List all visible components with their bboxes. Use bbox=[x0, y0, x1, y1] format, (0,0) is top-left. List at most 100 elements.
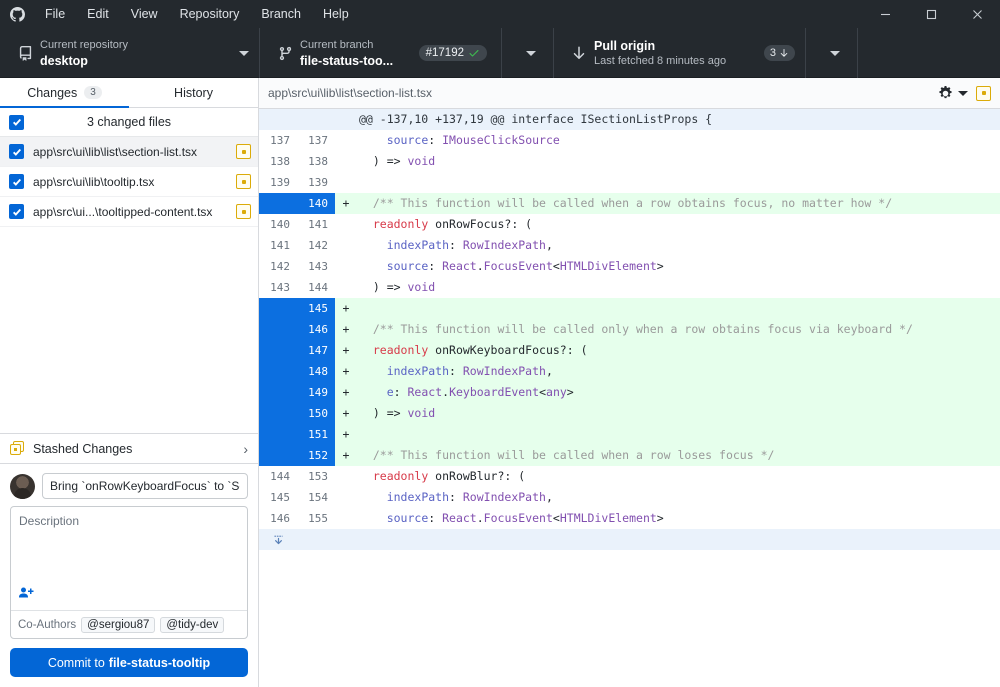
repository-label: Current repository bbox=[40, 38, 233, 53]
menu-file[interactable]: File bbox=[34, 0, 76, 28]
list-item[interactable]: app\src\ui\lib\list\section-list.tsx bbox=[0, 137, 258, 167]
file-checkbox[interactable] bbox=[9, 174, 24, 189]
menu-repository[interactable]: Repository bbox=[169, 0, 251, 28]
branch-dropdown-button[interactable] bbox=[502, 28, 554, 78]
diff-gutter-new[interactable]: 141 bbox=[297, 214, 335, 235]
file-path: app\src\ui\lib\tooltip.tsx bbox=[33, 175, 227, 189]
tab-changes[interactable]: Changes 3 bbox=[0, 78, 129, 107]
diff-gutter-old[interactable]: 137 bbox=[259, 130, 297, 151]
diff-gutter-new[interactable]: 143 bbox=[297, 256, 335, 277]
diff-gutter-old[interactable] bbox=[259, 361, 297, 382]
diff-gutter-new[interactable]: 138 bbox=[297, 151, 335, 172]
diff-gutter-old[interactable]: 146 bbox=[259, 508, 297, 529]
diff-line[interactable]: 143144 ) => void bbox=[259, 277, 1000, 298]
diff-line[interactable]: 137137 source: IMouseClickSource bbox=[259, 130, 1000, 151]
diff-line[interactable]: 140+ /** This function will be called wh… bbox=[259, 193, 1000, 214]
diff-gutter-new[interactable]: 146 bbox=[297, 319, 335, 340]
diff-line[interactable]: 149+ e: React.KeyboardEvent<any> bbox=[259, 382, 1000, 403]
menu-branch[interactable]: Branch bbox=[250, 0, 312, 28]
commit-summary-input[interactable]: Bring `onRowKeyboardFocus` to `Se bbox=[42, 473, 248, 499]
diff-gutter-new[interactable]: 148 bbox=[297, 361, 335, 382]
diff-gutter-new[interactable]: 153 bbox=[297, 466, 335, 487]
pull-origin-button[interactable]: Pull origin Last fetched 8 minutes ago 3 bbox=[554, 28, 806, 78]
diff-options-button[interactable] bbox=[938, 86, 968, 101]
diff-line[interactable]: 145154 indexPath: RowIndexPath, bbox=[259, 487, 1000, 508]
add-coauthor-icon[interactable] bbox=[18, 584, 34, 605]
diff-gutter-old[interactable] bbox=[259, 403, 297, 424]
diff-gutter-old[interactable] bbox=[259, 319, 297, 340]
diff-gutter-new[interactable]: 139 bbox=[297, 172, 335, 193]
stashed-changes-row[interactable]: Stashed Changes › bbox=[0, 433, 258, 464]
current-branch-button[interactable]: Current branch file-status-too... #17192 bbox=[260, 28, 502, 78]
menu-view[interactable]: View bbox=[120, 0, 169, 28]
menu-help[interactable]: Help bbox=[312, 0, 360, 28]
diff-gutter-old[interactable]: 141 bbox=[259, 235, 297, 256]
diff-line[interactable]: 151+ bbox=[259, 424, 1000, 445]
diff-line[interactable]: 138138 ) => void bbox=[259, 151, 1000, 172]
diff-line-code bbox=[357, 424, 1000, 445]
diff-line[interactable]: 139139 bbox=[259, 172, 1000, 193]
diff-gutter-new[interactable]: 150 bbox=[297, 403, 335, 424]
diff-gutter-old[interactable] bbox=[259, 445, 297, 466]
diff-gutter-old[interactable]: 142 bbox=[259, 256, 297, 277]
menu-edit[interactable]: Edit bbox=[76, 0, 120, 28]
file-checkbox[interactable] bbox=[9, 144, 24, 159]
maximize-icon[interactable] bbox=[908, 0, 954, 28]
expand-down-button[interactable] bbox=[259, 529, 1000, 550]
diff-gutter-new[interactable]: 142 bbox=[297, 235, 335, 256]
commit-form: Bring `onRowKeyboardFocus` to `Se Descri… bbox=[0, 464, 258, 687]
diff-gutter-new[interactable]: 149 bbox=[297, 382, 335, 403]
diff-line[interactable]: 146+ /** This function will be called on… bbox=[259, 319, 1000, 340]
minimize-icon[interactable] bbox=[862, 0, 908, 28]
diff-gutter-old[interactable] bbox=[259, 340, 297, 361]
diff-line[interactable]: 142143 source: React.FocusEvent<HTMLDivE… bbox=[259, 256, 1000, 277]
modified-status-icon bbox=[236, 204, 251, 219]
select-all-checkbox[interactable] bbox=[9, 115, 24, 130]
coauthor-chip[interactable]: @sergiou87 bbox=[81, 617, 155, 633]
diff-gutter-old[interactable]: 140 bbox=[259, 214, 297, 235]
current-repository-button[interactable]: Current repository desktop bbox=[0, 28, 260, 78]
diff-gutter-new[interactable]: 154 bbox=[297, 487, 335, 508]
pull-request-badge[interactable]: #17192 bbox=[419, 45, 487, 61]
diff-line[interactable]: 147+ readonly onRowKeyboardFocus?: ( bbox=[259, 340, 1000, 361]
diff-gutter-old[interactable]: 138 bbox=[259, 151, 297, 172]
toolbar: Current repository desktop Current branc… bbox=[0, 28, 1000, 78]
modified-status-icon bbox=[236, 174, 251, 189]
diff-gutter-old[interactable]: 143 bbox=[259, 277, 297, 298]
diff-line[interactable]: 141142 indexPath: RowIndexPath, bbox=[259, 235, 1000, 256]
diff-gutter-new[interactable]: 140 bbox=[297, 193, 335, 214]
diff-gutter-new[interactable]: 144 bbox=[297, 277, 335, 298]
diff-gutter-new[interactable]: 147 bbox=[297, 340, 335, 361]
diff-gutter-old[interactable]: 139 bbox=[259, 172, 297, 193]
diff-gutter-old[interactable] bbox=[259, 424, 297, 445]
coauthor-chip[interactable]: @tidy-dev bbox=[160, 617, 224, 633]
diff-gutter-old[interactable]: 144 bbox=[259, 466, 297, 487]
close-icon[interactable] bbox=[954, 0, 1000, 28]
diff-line[interactable]: 144153 readonly onRowBlur?: ( bbox=[259, 466, 1000, 487]
chevron-down-icon bbox=[239, 51, 249, 56]
diff-gutter-old[interactable]: 145 bbox=[259, 487, 297, 508]
diff-line[interactable]: 145+ bbox=[259, 298, 1000, 319]
diff-gutter-new[interactable]: 152 bbox=[297, 445, 335, 466]
diff-line[interactable]: 148+ indexPath: RowIndexPath, bbox=[259, 361, 1000, 382]
diff-gutter-new[interactable]: 137 bbox=[297, 130, 335, 151]
diff-line[interactable]: 146155 source: React.FocusEvent<HTMLDivE… bbox=[259, 508, 1000, 529]
diff-line[interactable]: 152+ /** This function will be called wh… bbox=[259, 445, 1000, 466]
diff-gutter-old[interactable] bbox=[259, 382, 297, 403]
pull-dropdown-button[interactable] bbox=[806, 28, 858, 78]
diff-body[interactable]: @@ -137,10 +137,19 @@ interface ISection… bbox=[259, 109, 1000, 687]
commit-button[interactable]: Commit to file-status-tooltip bbox=[10, 648, 248, 677]
diff-gutter-old[interactable] bbox=[259, 193, 297, 214]
tab-history[interactable]: History bbox=[129, 78, 258, 107]
commit-description-input[interactable]: Description bbox=[11, 507, 247, 610]
diff-gutter-new[interactable]: 155 bbox=[297, 508, 335, 529]
diff-line[interactable]: 140141 readonly onRowFocus?: ( bbox=[259, 214, 1000, 235]
diff-line[interactable]: 150+ ) => void bbox=[259, 403, 1000, 424]
main-body: Changes 3 History 3 changed files bbox=[0, 78, 1000, 687]
diff-gutter-new[interactable]: 151 bbox=[297, 424, 335, 445]
diff-gutter-old[interactable] bbox=[259, 298, 297, 319]
list-item[interactable]: app\src\ui\lib\tooltip.tsx bbox=[0, 167, 258, 197]
file-checkbox[interactable] bbox=[9, 204, 24, 219]
list-item[interactable]: app\src\ui...\tooltipped-content.tsx bbox=[0, 197, 258, 227]
diff-gutter-new[interactable]: 145 bbox=[297, 298, 335, 319]
